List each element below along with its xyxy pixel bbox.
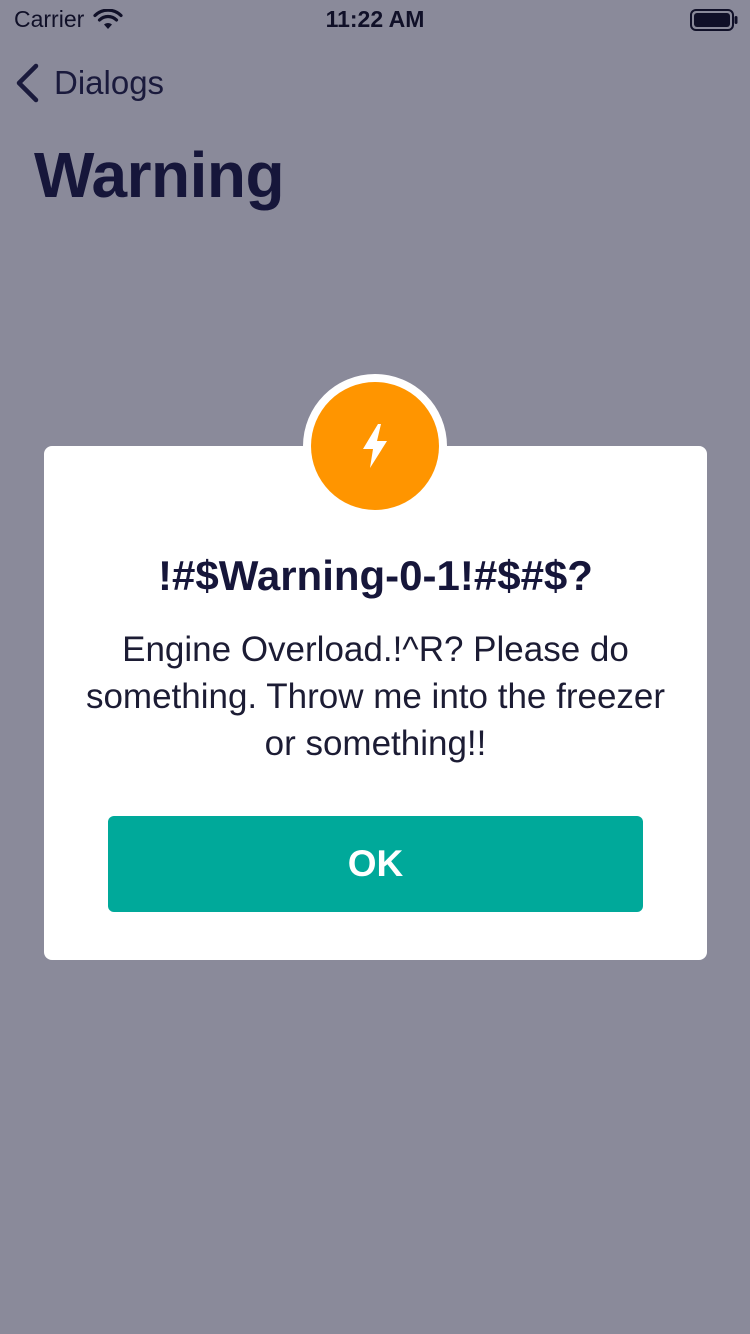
status-bar: Carrier 11:22 AM [0,0,750,40]
dialog-title: !#$Warning-0-1!#$#$? [158,552,593,599]
lightning-bolt-icon [363,424,387,468]
battery-icon [690,9,738,31]
ok-button[interactable]: OK [108,816,643,912]
dialog-icon-badge [311,382,439,510]
status-time: 11:22 AM [325,6,425,32]
back-label: Dialogs [54,64,165,101]
back-button[interactable]: Dialogs [14,62,164,104]
page-title: Warning [34,139,285,211]
chevron-left-icon [16,63,39,103]
dialog-message: Engine Overload.!^R? Please do something… [85,630,666,763]
app-screen: Carrier 11:22 AM Dialogs Warning !#$Warn… [0,0,750,1334]
